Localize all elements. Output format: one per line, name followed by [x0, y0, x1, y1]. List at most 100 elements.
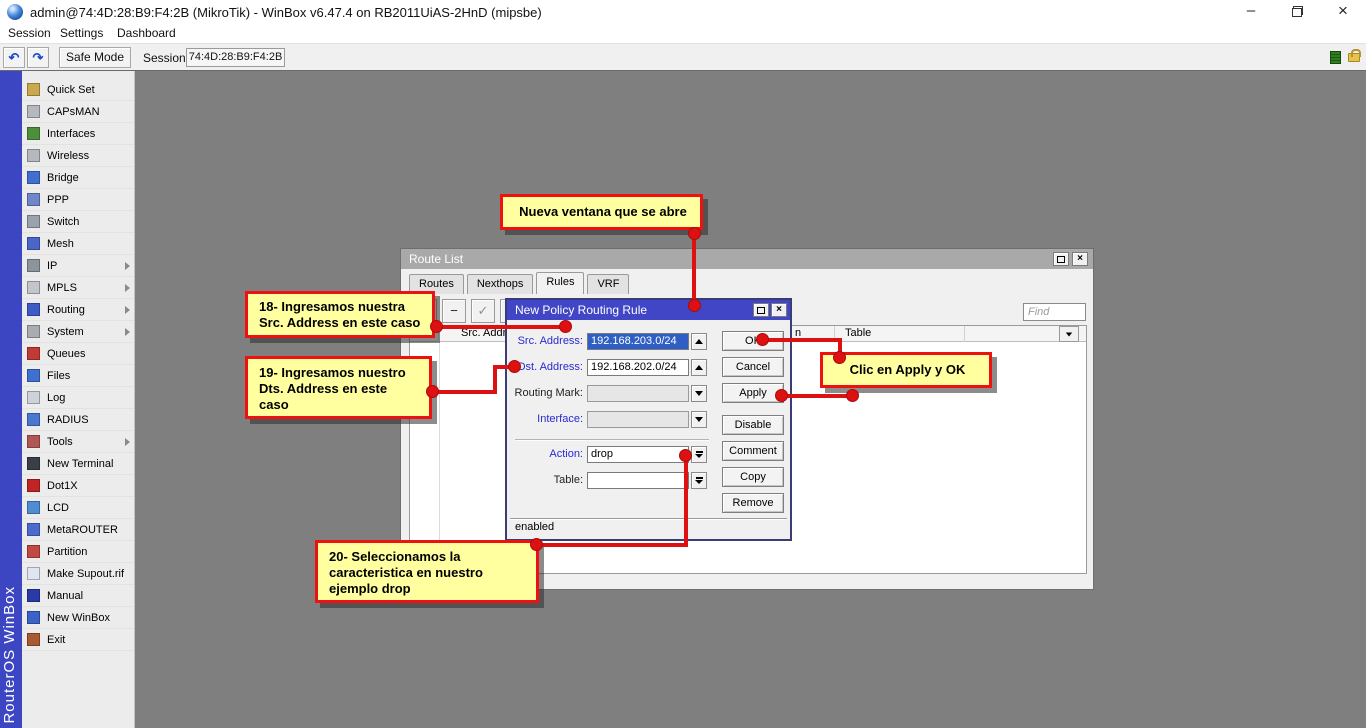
- table-input[interactable]: [587, 472, 689, 489]
- sidebar-item-radius[interactable]: RADIUS: [22, 409, 134, 431]
- route-list-maximize-button[interactable]: [1053, 252, 1069, 266]
- toolbar: ↶ ↷ Safe Mode Session: 74:4D:28:B9:F4:2B: [0, 43, 1366, 71]
- undo-button[interactable]: ↶: [3, 47, 25, 68]
- partition-icon: [27, 545, 40, 558]
- menu-dashboard[interactable]: Dashboard: [117, 26, 176, 40]
- submenu-arrow-icon: [125, 438, 130, 446]
- minimize-button[interactable]: –: [1236, 0, 1266, 24]
- routing-mark-dropdown-button[interactable]: [691, 385, 707, 402]
- src-address-label[interactable]: Src. Address:: [509, 333, 583, 350]
- restore-button[interactable]: [1282, 0, 1312, 24]
- sidebar-item-queues[interactable]: Queues: [22, 343, 134, 365]
- sidebar-item-mpls[interactable]: MPLS: [22, 277, 134, 299]
- action-dropdown-button[interactable]: [691, 446, 707, 463]
- brand-strip: RouterOS WinBox: [0, 71, 22, 728]
- sidebar-item-partition[interactable]: Partition: [22, 541, 134, 563]
- sidebar-item-metarouter[interactable]: MetaROUTER: [22, 519, 134, 541]
- comment-button[interactable]: Comment: [722, 441, 784, 461]
- src-address-up-button[interactable]: [691, 333, 707, 350]
- sidebar-item-label: Partition: [47, 546, 87, 558]
- sidebar-item-bridge[interactable]: Bridge: [22, 167, 134, 189]
- enable-rule-button[interactable]: ✓: [471, 299, 495, 323]
- sidebar-item-manual[interactable]: Manual: [22, 585, 134, 607]
- sidebar: Quick SetCAPsMANInterfacesWirelessBridge…: [22, 71, 135, 728]
- connector-dot: [846, 389, 859, 402]
- connector-dot: [530, 538, 543, 551]
- copy-button[interactable]: Copy: [722, 467, 784, 487]
- lcd-icon: [27, 501, 40, 514]
- menu-settings[interactable]: Settings: [60, 26, 103, 40]
- sidebar-item-dot1x[interactable]: Dot1X: [22, 475, 134, 497]
- session-value-field[interactable]: 74:4D:28:B9:F4:2B: [186, 48, 285, 67]
- bridge-icon: [27, 171, 40, 184]
- sidebar-item-system[interactable]: System: [22, 321, 134, 343]
- sidebar-item-routing[interactable]: Routing: [22, 299, 134, 321]
- interface-dropdown-button[interactable]: [691, 411, 707, 428]
- interface-input[interactable]: [587, 411, 689, 428]
- menu-session[interactable]: Session: [8, 26, 51, 40]
- table-label[interactable]: Table:: [509, 472, 583, 489]
- sidebar-item-tools[interactable]: Tools: [22, 431, 134, 453]
- remove-button[interactable]: Remove: [722, 493, 784, 513]
- sidebar-item-make-supout-rif[interactable]: Make Supout.rif: [22, 563, 134, 585]
- dst-address-up-button[interactable]: [691, 359, 707, 376]
- routing-mark-input[interactable]: [587, 385, 689, 402]
- column-header-table[interactable]: Table: [835, 326, 965, 342]
- routing-mark-label[interactable]: Routing Mark:: [509, 385, 583, 402]
- close-button[interactable]: ×: [1328, 0, 1358, 24]
- sidebar-item-wireless[interactable]: Wireless: [22, 145, 134, 167]
- magic-wand-icon: [27, 83, 40, 96]
- field-separator: [515, 439, 709, 441]
- sidebar-item-lcd[interactable]: LCD: [22, 497, 134, 519]
- sidebar-item-exit[interactable]: Exit: [22, 629, 134, 651]
- interface-label[interactable]: Interface:: [509, 411, 583, 428]
- disable-button[interactable]: Disable: [722, 415, 784, 435]
- route-list-titlebar[interactable]: Route List: [401, 249, 1093, 269]
- sidebar-item-label: Exit: [47, 634, 65, 646]
- sidebar-item-interfaces[interactable]: Interfaces: [22, 123, 134, 145]
- menubar: Session Settings Dashboard: [0, 24, 1366, 43]
- dropdown-list-icon: [695, 477, 703, 484]
- sidebar-item-mesh[interactable]: Mesh: [22, 233, 134, 255]
- tab-vrf[interactable]: VRF: [587, 274, 629, 294]
- sidebar-item-ppp[interactable]: PPP: [22, 189, 134, 211]
- sidebar-item-label: New Terminal: [47, 458, 113, 470]
- sidebar-item-label: IP: [47, 260, 57, 272]
- action-label[interactable]: Action:: [509, 446, 583, 463]
- remove-rule-button[interactable]: −: [442, 299, 466, 323]
- dialog-close-button[interactable]: ×: [771, 303, 787, 317]
- sidebar-item-label: MPLS: [47, 282, 77, 294]
- sidebar-item-new-winbox[interactable]: New WinBox: [22, 607, 134, 629]
- redo-button[interactable]: ↷: [27, 47, 49, 68]
- find-input[interactable]: [1023, 303, 1086, 321]
- interfaces-icon: [27, 127, 40, 140]
- src-address-input[interactable]: 192.168.203.0/24: [587, 333, 689, 350]
- sidebar-item-log[interactable]: Log: [22, 387, 134, 409]
- manual-icon: [27, 589, 40, 602]
- sidebar-item-quick-set[interactable]: Quick Set: [22, 79, 134, 101]
- close-icon: ×: [776, 305, 782, 315]
- dialog-maximize-button[interactable]: [753, 303, 769, 317]
- dst-address-input[interactable]: 192.168.202.0/24: [587, 359, 689, 376]
- connector-line: [433, 390, 497, 394]
- action-input[interactable]: drop: [587, 446, 689, 463]
- sidebar-item-capsman[interactable]: CAPsMAN: [22, 101, 134, 123]
- supout-file-icon: [27, 567, 40, 580]
- tab-rules[interactable]: Rules: [536, 272, 584, 294]
- sidebar-item-ip[interactable]: IP: [22, 255, 134, 277]
- table-dropdown-button[interactable]: [691, 472, 707, 489]
- sidebar-item-files[interactable]: Files: [22, 365, 134, 387]
- safe-mode-button[interactable]: Safe Mode: [59, 47, 131, 68]
- column-selector-button[interactable]: [1059, 326, 1079, 342]
- tools-icon: [27, 435, 40, 448]
- cancel-button[interactable]: Cancel: [722, 357, 784, 377]
- callout-step-18: 18- Ingresamos nuestra Src. Address en e…: [245, 291, 435, 338]
- queues-icon: [27, 347, 40, 360]
- tab-nexthops[interactable]: Nexthops: [467, 274, 533, 294]
- route-list-close-button[interactable]: ×: [1072, 252, 1088, 266]
- sidebar-item-switch[interactable]: Switch: [22, 211, 134, 233]
- secure-lock-icon: [1348, 53, 1360, 62]
- sidebar-item-new-terminal[interactable]: New Terminal: [22, 453, 134, 475]
- dialog-titlebar[interactable]: New Policy Routing Rule: [507, 300, 790, 320]
- sidebar-item-label: Switch: [47, 216, 79, 228]
